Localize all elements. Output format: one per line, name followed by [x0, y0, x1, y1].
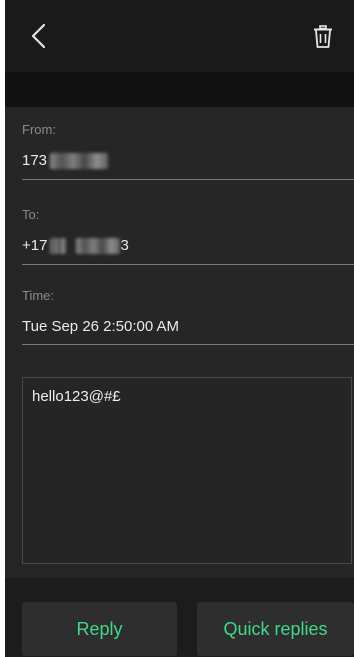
time-label: Time: [22, 288, 55, 303]
back-button[interactable] [21, 18, 57, 54]
from-field: From: 173 [5, 110, 354, 182]
to-field: To: +17 3 [5, 195, 354, 267]
from-number-prefix: 173 [22, 152, 48, 169]
to-value: +17 3 [22, 237, 129, 254]
message-text: hello123@#£ [32, 388, 121, 405]
quick-replies-button[interactable]: Quick replies [197, 602, 354, 656]
redacted-number-blur [50, 152, 109, 169]
from-underline [22, 179, 354, 180]
top-bar [5, 0, 354, 72]
to-number-prefix: +17 [22, 237, 48, 254]
from-value: 173 [22, 152, 109, 169]
sms-detail-screen: From: 173 To: +17 3 Time: Tue Sep 26 2:5… [5, 0, 354, 657]
time-field: Time: Tue Sep 26 2:50:00 AM [5, 280, 354, 352]
to-label: To: [22, 207, 40, 222]
delete-button[interactable] [306, 20, 340, 54]
message-body-box[interactable]: hello123@#£ [22, 377, 352, 564]
reply-button[interactable]: Reply [22, 602, 177, 656]
time-underline [22, 344, 354, 345]
trash-icon [314, 25, 332, 48]
to-number-suffix: 3 [120, 237, 129, 254]
header-divider-bar [5, 72, 354, 107]
chevron-left-icon [31, 23, 46, 49]
from-label: From: [22, 122, 56, 137]
redacted-number-blur [50, 237, 67, 254]
redacted-number-blur [76, 237, 121, 254]
to-underline [22, 264, 354, 265]
time-value: Tue Sep 26 2:50:00 AM [22, 318, 180, 335]
